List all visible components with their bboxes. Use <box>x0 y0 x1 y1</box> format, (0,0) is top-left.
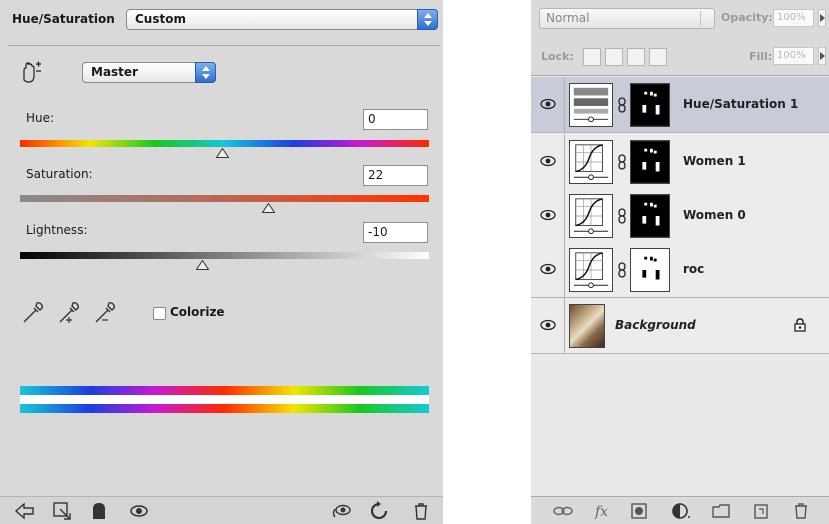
saturation-slider-thumb[interactable] <box>262 203 275 213</box>
visibility-toggle[interactable] <box>531 134 565 190</box>
hue-label: Hue: <box>26 111 55 125</box>
lightness-value-field[interactable]: -10 <box>363 222 428 243</box>
preset-value: Custom <box>135 12 186 26</box>
svg-text:fx: fx <box>594 504 608 520</box>
visibility-toggle[interactable] <box>531 77 565 133</box>
lightness-slider-track[interactable] <box>20 252 429 259</box>
layer-row-women-0[interactable]: Women 0 <box>531 188 829 244</box>
layer-row-background[interactable]: Background <box>531 298 829 354</box>
layer-name: roc <box>683 262 705 276</box>
colorize-label: Colorize <box>170 305 225 319</box>
eye-icon <box>540 209 556 221</box>
hue-saturation-adjustment-icon <box>569 83 613 127</box>
view-previous-icon[interactable] <box>128 501 150 521</box>
trash-icon[interactable] <box>410 501 432 521</box>
visibility-toggle[interactable] <box>531 242 565 298</box>
layers-options-bar: Normal Opacity: 100% Lock: Fill: 100% <box>531 0 829 76</box>
layer-row-roc[interactable]: roc <box>531 242 829 298</box>
previous-state-icon[interactable] <box>330 501 352 521</box>
layer-name: Background <box>615 318 696 332</box>
eye-icon <box>540 319 556 331</box>
layers-bottom-toolbar: fx <box>531 496 829 524</box>
lock-position-icon[interactable] <box>627 48 645 66</box>
layer-mask-thumbnail[interactable] <box>630 83 670 127</box>
fill-slider-arrow-icon[interactable] <box>818 47 826 65</box>
eyedropper-minus-icon[interactable] <box>92 300 118 326</box>
hue-saturation-panel: Hue/Saturation Custom Master Hue: 0 Satu… <box>0 0 443 524</box>
layers-panel: Normal Opacity: 100% Lock: Fill: 100% Hu… <box>531 0 829 524</box>
opacity-label: Opacity: <box>721 11 773 24</box>
link-layers-icon[interactable] <box>553 502 573 520</box>
trash-icon[interactable] <box>791 502 811 520</box>
blend-mode-dropdown[interactable]: Normal <box>539 8 715 29</box>
fill-field[interactable]: 100% <box>773 47 814 65</box>
eye-icon <box>540 98 556 110</box>
lightness-slider-thumb[interactable] <box>196 260 209 270</box>
lock-icon <box>794 318 806 332</box>
hue-slider-thumb[interactable] <box>216 148 229 158</box>
visibility-toggle[interactable] <box>531 188 565 244</box>
channel-value: Master <box>91 65 138 79</box>
curves-adjustment-icon <box>569 194 613 238</box>
title-divider <box>8 45 440 46</box>
dropdown-arrows-icon <box>195 62 216 83</box>
dropdown-arrows-icon <box>700 11 712 26</box>
fx-icon[interactable]: fx <box>593 502 613 520</box>
mask-link-icon[interactable] <box>617 97 627 113</box>
panel-title: Hue/Saturation <box>12 12 115 26</box>
visibility-toggle[interactable] <box>531 298 565 354</box>
layer-mask-thumbnail[interactable] <box>630 248 670 292</box>
color-range-separator <box>20 395 429 404</box>
dropdown-arrows-icon <box>417 9 438 30</box>
targeted-adjustment-hand-icon[interactable] <box>18 60 44 86</box>
back-arrow-icon[interactable] <box>14 501 36 521</box>
eye-icon <box>540 155 556 167</box>
layer-row-women-1[interactable]: Women 1 <box>531 134 829 190</box>
eye-icon <box>540 263 556 275</box>
clip-to-layer-icon[interactable] <box>52 501 74 521</box>
layer-name: Women 1 <box>683 154 746 168</box>
hue-value-field[interactable]: 0 <box>363 109 428 130</box>
saturation-slider-track[interactable] <box>20 195 429 202</box>
lock-label: Lock: <box>541 50 574 63</box>
hue-slider-track[interactable] <box>20 140 429 147</box>
mask-link-icon[interactable] <box>617 208 627 224</box>
adjustments-bottom-toolbar <box>0 496 443 524</box>
curves-adjustment-icon <box>569 140 613 184</box>
eyedropper-plus-icon[interactable] <box>56 300 82 326</box>
output-color-range-bar <box>20 404 429 413</box>
new-layer-icon[interactable] <box>751 502 771 520</box>
layer-mask-thumbnail[interactable] <box>630 194 670 238</box>
layer-name: Women 0 <box>683 208 746 222</box>
fill-label: Fill: <box>749 50 773 63</box>
channel-dropdown[interactable]: Master <box>82 62 216 83</box>
lock-all-icon[interactable] <box>649 48 667 66</box>
preset-dropdown[interactable]: Custom <box>126 9 438 30</box>
layer-row-hue-saturation-1[interactable]: Hue/Saturation 1 <box>531 77 829 133</box>
saturation-label: Saturation: <box>26 167 93 181</box>
add-mask-icon[interactable] <box>629 502 649 520</box>
blend-mode-value: Normal <box>546 11 590 25</box>
saturation-value-field[interactable]: 22 <box>363 165 428 186</box>
layer-visibility-toggle-icon[interactable] <box>88 501 110 521</box>
reset-icon[interactable] <box>368 501 390 521</box>
curves-adjustment-icon <box>569 248 613 292</box>
layer-mask-thumbnail[interactable] <box>630 140 670 184</box>
new-adjustment-icon[interactable] <box>671 502 691 520</box>
input-color-range-bar <box>20 386 429 395</box>
opacity-slider-arrow-icon[interactable] <box>818 9 826 27</box>
lock-transparent-pixels-icon[interactable] <box>583 48 601 66</box>
eyedropper-icon[interactable] <box>20 300 46 326</box>
new-group-icon[interactable] <box>711 502 731 520</box>
mask-link-icon[interactable] <box>617 154 627 170</box>
opacity-field[interactable]: 100% <box>773 9 814 27</box>
colorize-checkbox[interactable] <box>153 307 166 320</box>
lock-image-pixels-icon[interactable] <box>605 48 623 66</box>
mask-link-icon[interactable] <box>617 262 627 278</box>
layer-name: Hue/Saturation 1 <box>683 97 799 111</box>
layer-image-thumbnail <box>569 304 605 348</box>
lightness-label: Lightness: <box>26 223 88 237</box>
